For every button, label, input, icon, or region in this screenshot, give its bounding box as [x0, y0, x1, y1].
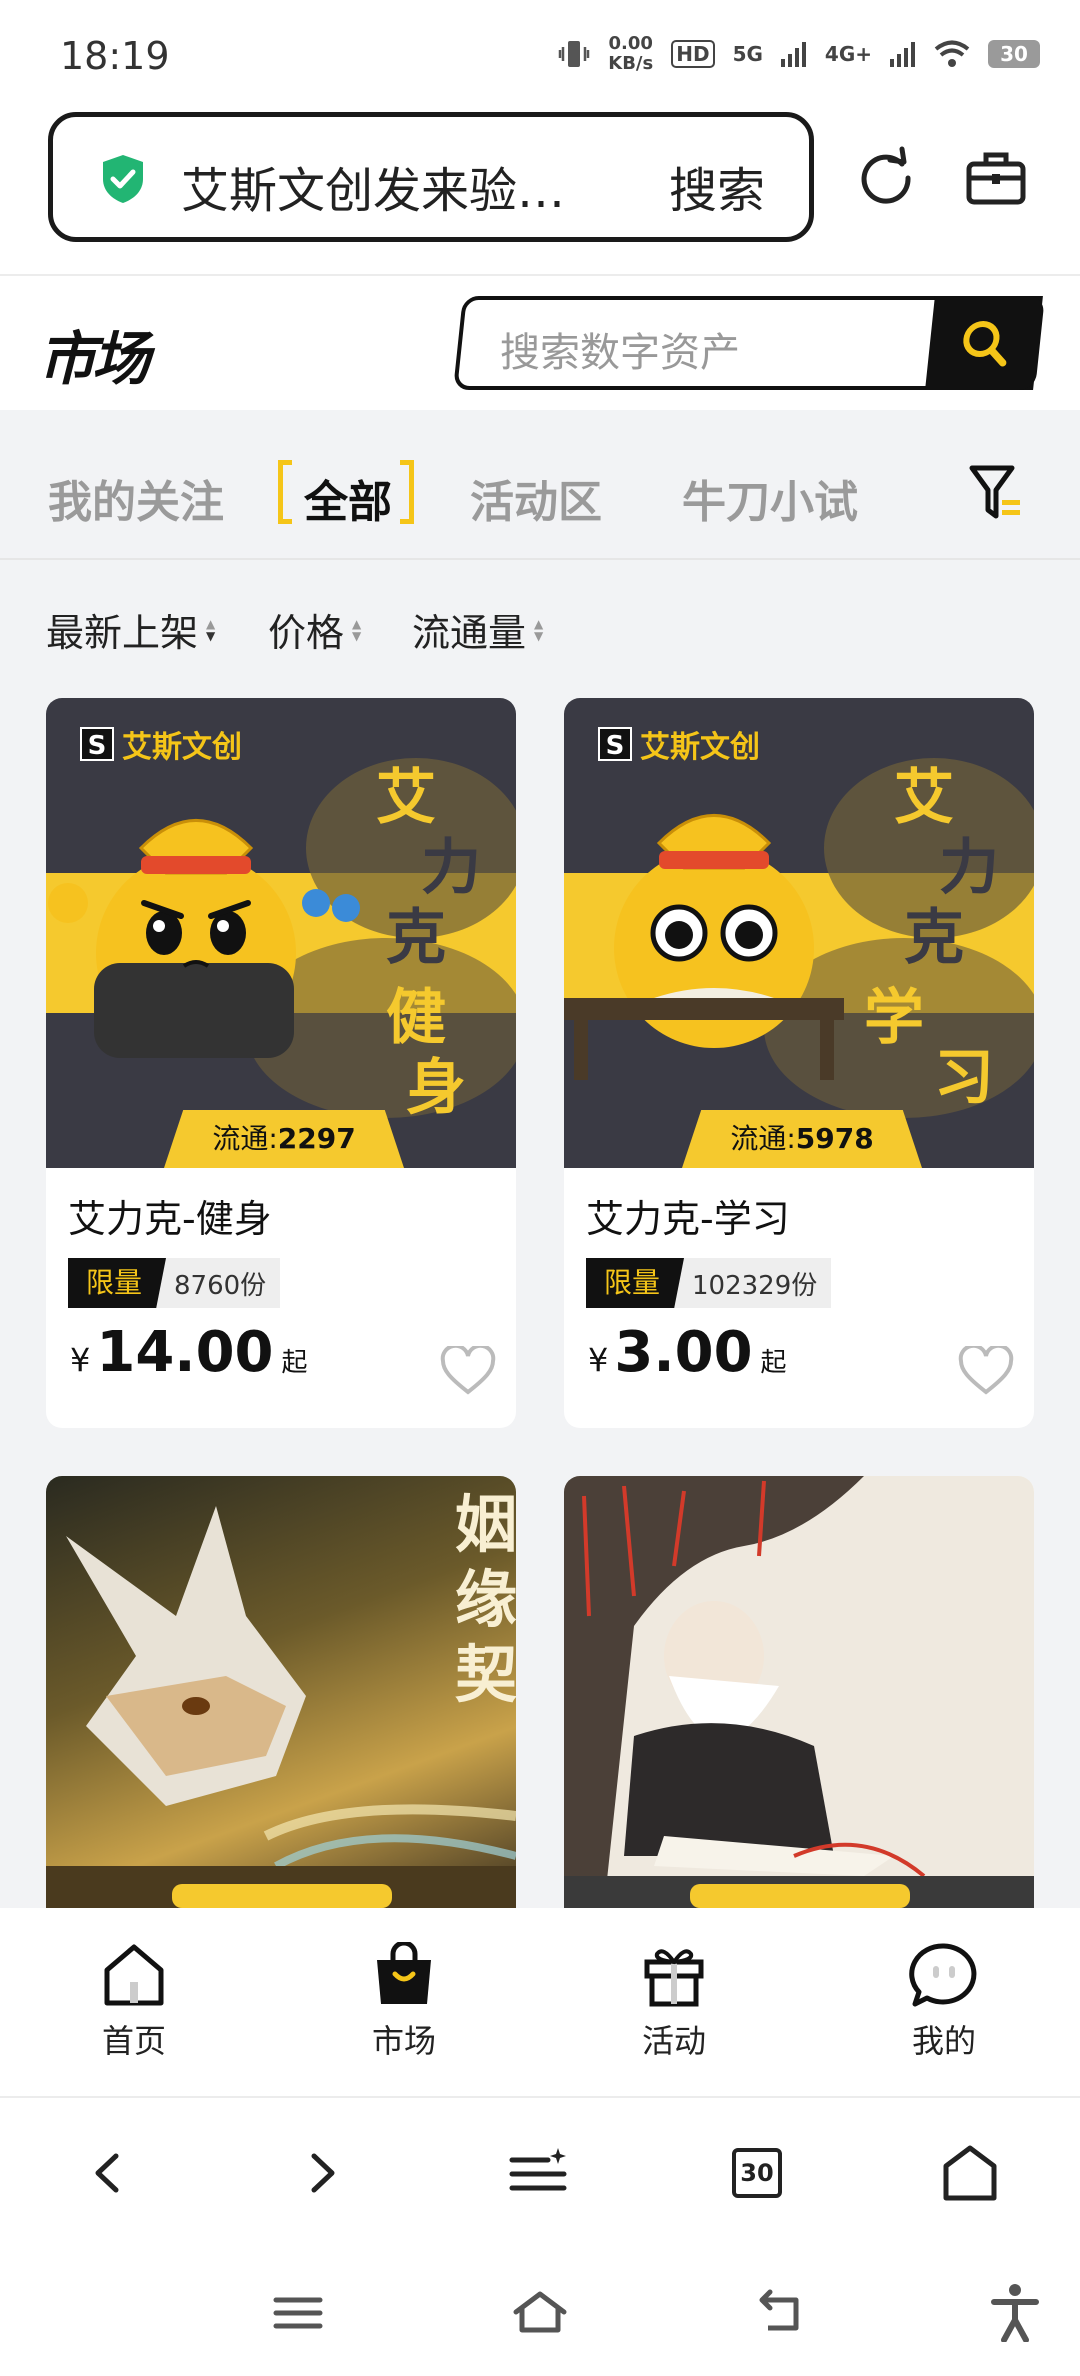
address-search-button[interactable]: 搜索 [669, 151, 765, 221]
product-image-study[interactable]: 艾 力 克 学 习 S 艾斯文创 流通:5978 [564, 698, 1034, 1168]
tab-trial[interactable]: 牛刀小试 [682, 466, 858, 530]
status-time: 18:19 [60, 34, 170, 78]
url-text[interactable]: 艾斯文创发来验… [181, 151, 565, 221]
circulation-badge: 流通:2297 [164, 1110, 404, 1168]
bottom-navigation: 首页 市场 活动 我的 [0, 1908, 1080, 2098]
favorite-heart-icon[interactable] [958, 1346, 1014, 1396]
fox-illustration: 姻 缘 契 [46, 1488, 516, 1908]
recent-apps-icon[interactable] [272, 2288, 324, 2338]
filter-icon[interactable] [968, 462, 1024, 524]
address-bar[interactable]: 艾斯文创发来验… 搜索 [48, 112, 814, 242]
product-price: ¥ 14.00 起 [70, 1320, 308, 1385]
tab-following[interactable]: 我的关注 [48, 466, 224, 530]
signal-bars-icon [780, 42, 806, 67]
art-text: 克 [904, 903, 964, 973]
market-logo: 市场 [38, 325, 150, 393]
sort-bar: 最新上架 ▲ ▼ 价格 ▲ ▼ 流通量 ▲ ▼ [0, 560, 1080, 680]
art-text: 克 [386, 903, 446, 973]
product-card[interactable]: 艾 力 克 健 身 S 艾斯文创 流通:2297 艾力克-健身 限量 8760份… [46, 698, 516, 1428]
tab-all[interactable]: 全部 [304, 466, 392, 530]
vibrate-icon [559, 41, 590, 67]
active-tab-bracket-left [278, 460, 292, 524]
product-image-fitness[interactable]: 艾 力 克 健 身 S 艾斯文创 流通:2297 [46, 698, 516, 1168]
accessibility-icon[interactable] [990, 2282, 1040, 2342]
search-icon [963, 321, 1007, 367]
sort-newest[interactable]: 最新上架 ▲ ▼ [46, 602, 215, 657]
art-text: 艾 [376, 763, 436, 833]
sort-arrows-icon: ▲ ▼ [206, 616, 216, 643]
limit-badge: 限量 102329份 [586, 1258, 832, 1308]
reload-icon[interactable] [856, 146, 916, 206]
nav-market[interactable]: 市场 [324, 1942, 484, 2062]
product-title[interactable]: 艾力克-学习 [586, 1188, 790, 1243]
browser-toolbar: 艾斯文创发来验… 搜索 [0, 110, 1080, 276]
signal-5g: 5G [732, 42, 763, 66]
nav-mine[interactable]: 我的 [864, 1942, 1024, 2062]
chat-bubble-icon [909, 1943, 977, 2007]
category-tabs: 我的关注 全部 活动区 牛刀小试 [0, 410, 1080, 560]
gift-icon [644, 1949, 704, 2007]
hd-badge: HD [671, 40, 715, 68]
mascot-illustration: 艾 力 克 健 身 [46, 758, 516, 1123]
art-text: 契 [455, 1638, 516, 1711]
circulation-badge: 流通:5978 [682, 1110, 922, 1168]
art-text: 力 [939, 833, 999, 903]
asset-search-button[interactable] [925, 296, 1045, 390]
status-icons: 0.00 KB/s HD 5G 4G+ 30 [558, 34, 1040, 74]
sort-arrows-icon: ▲ ▼ [534, 616, 544, 643]
signal-4g: 4G+ [824, 42, 872, 66]
back-icon[interactable] [86, 2136, 126, 2210]
art-text: 健 [386, 983, 446, 1053]
product-card[interactable]: 艾 力 克 学 习 S 艾斯文创 流通:5978 艾力克-学习 限量 10232… [564, 698, 1034, 1428]
art-text: 习 [934, 1043, 994, 1113]
product-image-elder[interactable] [564, 1476, 1034, 1908]
market-header: 市场 搜索数字资产 [0, 276, 1080, 410]
security-shield-icon [103, 155, 143, 203]
art-text: 缘 [455, 1563, 516, 1636]
asset-search-input[interactable]: 搜索数字资产 [500, 320, 740, 378]
browser-home-icon[interactable] [940, 2136, 1000, 2210]
product-title[interactable]: 艾力克-健身 [68, 1188, 272, 1243]
signal-bars-icon [890, 42, 915, 67]
sort-arrows-icon: ▲ ▼ [352, 616, 362, 643]
sort-circulation[interactable]: 流通量 ▲ ▼ [412, 602, 543, 657]
wifi-icon [934, 40, 970, 67]
product-image-fox[interactable]: 姻 缘 契 [46, 1476, 516, 1908]
toolbox-icon[interactable] [966, 150, 1026, 206]
product-card[interactable] [564, 1476, 1034, 1908]
tab-switcher-button[interactable]: 30 [732, 2148, 782, 2198]
browser-controls: 30 [0, 2098, 1080, 2248]
status-bar: 18:19 0.00 KB/s HD 5G 4G+ 30 [0, 0, 1080, 110]
brand-logo: S 艾斯文创 [80, 722, 242, 766]
art-text: 学 [864, 983, 924, 1053]
tab-events-area[interactable]: 活动区 [470, 466, 602, 530]
brand-logo: S 艾斯文创 [598, 722, 760, 766]
nav-events[interactable]: 活动 [594, 1942, 754, 2062]
favorite-heart-icon[interactable] [440, 1346, 496, 1396]
nav-home[interactable]: 首页 [54, 1942, 214, 2062]
art-text: 身 [406, 1053, 466, 1123]
product-card[interactable]: 姻 缘 契 [46, 1476, 516, 1908]
limit-badge: 限量 8760份 [68, 1258, 281, 1308]
brand-mark-icon: S [598, 727, 632, 761]
system-home-icon[interactable] [510, 2288, 570, 2338]
network-speed: 0.00 KB/s [608, 33, 654, 74]
mascot-illustration: 艾 力 克 学 习 [564, 758, 1034, 1118]
art-text: 姻 [455, 1488, 516, 1561]
shopping-bag-icon [377, 1942, 431, 2004]
art-text: 艾 [894, 763, 954, 833]
brand-mark-icon: S [80, 727, 114, 761]
elder-illustration [564, 1476, 1034, 1908]
forward-icon[interactable] [304, 2136, 344, 2210]
art-text: 力 [421, 833, 481, 903]
system-navigation [0, 2248, 1080, 2376]
battery-indicator: 30 [988, 40, 1040, 68]
active-tab-bracket-right [400, 460, 414, 524]
product-price: ¥ 3.00 起 [588, 1320, 787, 1385]
sort-price[interactable]: 价格 ▲ ▼ [268, 602, 361, 657]
home-icon [104, 1944, 164, 2006]
system-back-icon[interactable] [752, 2288, 808, 2338]
menu-lines-icon[interactable] [508, 2136, 568, 2210]
